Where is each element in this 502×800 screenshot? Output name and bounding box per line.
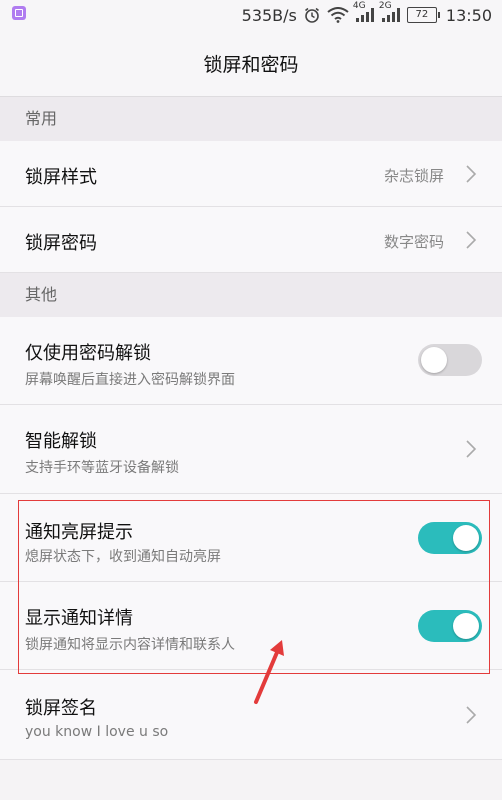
annotation-arrow-icon xyxy=(254,640,284,704)
signal-2g-label: 2G xyxy=(378,1,392,11)
title-bar: 锁屏和密码 xyxy=(0,30,502,97)
row-subtitle: 屏幕唤醒后直接进入密码解锁界面 xyxy=(25,372,235,388)
section-header-common: 常用 xyxy=(0,97,502,141)
gallery-notification-icon xyxy=(12,6,26,20)
battery-level: 72 xyxy=(406,7,437,23)
chevron-right-icon xyxy=(466,706,477,724)
password-only-toggle[interactable] xyxy=(418,344,482,376)
wifi-icon xyxy=(327,7,349,23)
signal-4g-icon: 4G xyxy=(353,1,375,23)
row-title: 锁屏样式 xyxy=(25,167,97,188)
row-title: 锁屏密码 xyxy=(25,233,97,254)
section-header-other: 其他 xyxy=(0,273,502,317)
battery-icon: 72 xyxy=(406,7,440,23)
chevron-right-icon xyxy=(466,231,477,249)
chevron-right-icon xyxy=(466,440,477,458)
row-title: 显示通知详情 xyxy=(25,608,133,629)
setting-notification-wake[interactable]: 通知亮屏提示 熄屏状态下，收到通知自动亮屏 xyxy=(0,494,502,582)
status-icons: 535B/s 4G 2G 72 13:50 xyxy=(242,0,492,30)
chevron-right-icon xyxy=(466,165,477,183)
signal-2g-icon: 2G xyxy=(379,1,401,23)
alarm-icon xyxy=(303,6,321,24)
row-title: 通知亮屏提示 xyxy=(25,522,133,543)
network-speed: 535B/s xyxy=(241,5,297,25)
row-subtitle: 熄屏状态下，收到通知自动亮屏 xyxy=(25,549,221,565)
setting-smart-unlock[interactable]: 智能解锁 支持手环等蓝牙设备解锁 xyxy=(0,405,502,494)
signal-4g-label: 4G xyxy=(352,1,366,11)
page-title: 锁屏和密码 xyxy=(203,53,299,76)
status-bar: 535B/s 4G 2G 72 13:50 xyxy=(0,0,502,30)
clock: 13:50 xyxy=(445,5,492,25)
row-value: 数字密码 xyxy=(383,233,444,251)
row-title: 智能解锁 xyxy=(25,431,97,452)
notification-wake-toggle[interactable] xyxy=(418,522,482,554)
row-subtitle: you know I love u so xyxy=(25,724,169,740)
setting-lock-style[interactable]: 锁屏样式 杂志锁屏 xyxy=(0,141,502,207)
row-subtitle: 锁屏通知将显示内容详情和联系人 xyxy=(25,637,235,653)
row-subtitle: 支持手环等蓝牙设备解锁 xyxy=(25,460,179,476)
notification-details-toggle[interactable] xyxy=(418,610,482,642)
setting-lock-password[interactable]: 锁屏密码 数字密码 xyxy=(0,207,502,273)
row-value: 杂志锁屏 xyxy=(383,167,444,185)
row-title: 锁屏签名 xyxy=(25,698,97,719)
notification-area xyxy=(12,6,26,20)
row-title: 仅使用密码解锁 xyxy=(25,343,151,364)
setting-password-only-unlock[interactable]: 仅使用密码解锁 屏幕唤醒后直接进入密码解锁界面 xyxy=(0,317,502,405)
